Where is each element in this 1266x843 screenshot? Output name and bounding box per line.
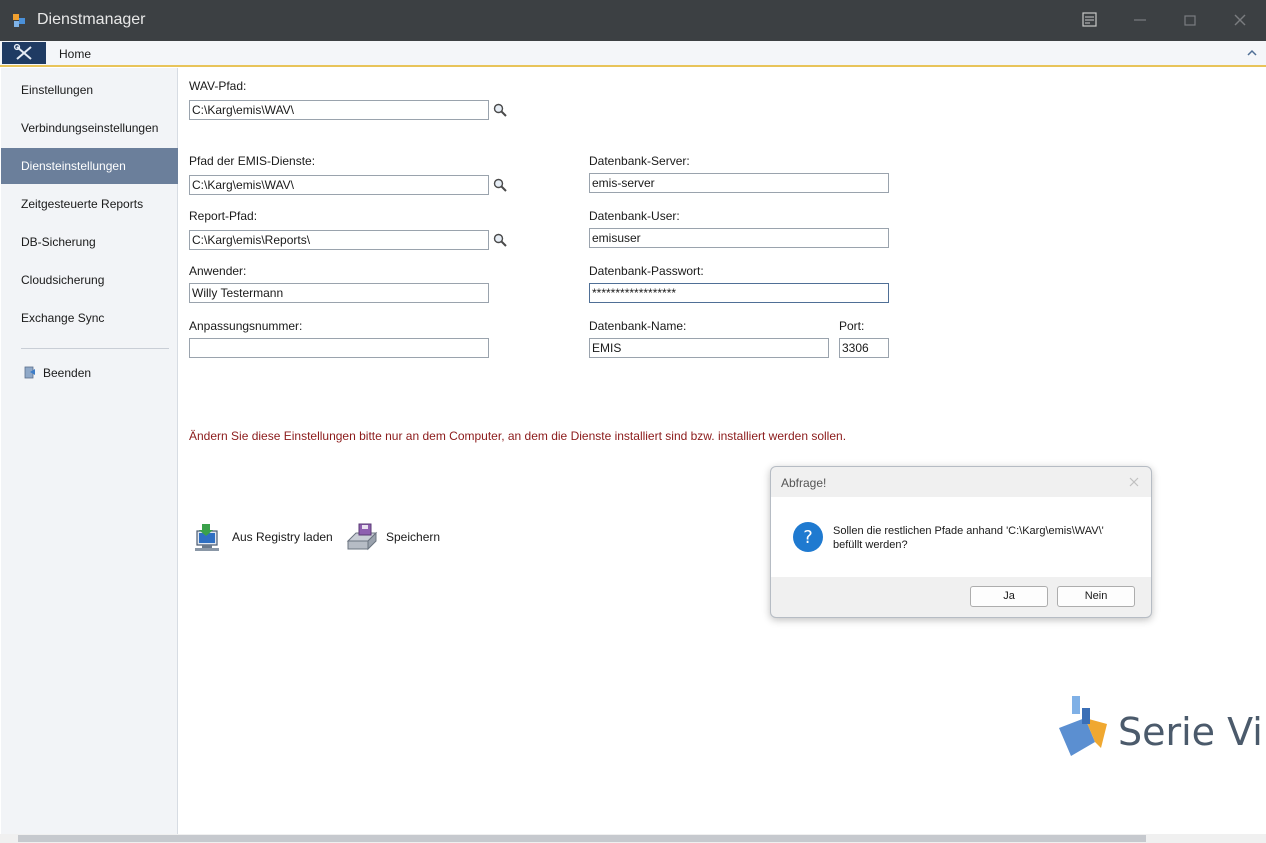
db-server-input[interactable] bbox=[589, 173, 889, 193]
save-button[interactable]: Speichern bbox=[346, 521, 446, 553]
sidebar-item-diensteinstellungen[interactable]: Diensteinstellungen bbox=[1, 148, 178, 184]
close-icon[interactable] bbox=[1127, 475, 1141, 489]
logo-text: Serie Vi bbox=[1118, 710, 1263, 754]
sidebar-item-db-sicherung[interactable]: DB-Sicherung bbox=[1, 224, 178, 260]
db-user-label: Datenbank-User: bbox=[589, 209, 680, 223]
services-path-input[interactable] bbox=[189, 175, 489, 195]
db-password-input[interactable] bbox=[589, 283, 889, 303]
search-icon[interactable] bbox=[492, 102, 508, 118]
window-title: Dienstmanager bbox=[37, 11, 146, 28]
notes-icon[interactable] bbox=[1077, 8, 1103, 32]
sidebar: Einstellungen Verbindungseinstellungen D… bbox=[1, 68, 178, 843]
svg-text:?: ? bbox=[803, 527, 813, 548]
db-name-label: Datenbank-Name: bbox=[589, 319, 687, 333]
question-icon: ? bbox=[793, 522, 823, 552]
app-icon bbox=[13, 14, 25, 27]
dialog-message: Sollen die restlichen Pfade anhand 'C:\K… bbox=[833, 525, 1104, 551]
close-icon[interactable] bbox=[1227, 8, 1253, 32]
report-path-label: Report-Pfad: bbox=[189, 209, 258, 223]
port-input[interactable] bbox=[839, 338, 889, 358]
wav-path-label: WAV-Pfad: bbox=[189, 79, 247, 93]
load-registry-label: Aus Registry laden bbox=[232, 530, 333, 544]
user-input[interactable] bbox=[189, 283, 489, 303]
db-password-label: Datenbank-Passwort: bbox=[589, 264, 704, 278]
maximize-icon[interactable] bbox=[1177, 8, 1203, 32]
exit-label: Beenden bbox=[43, 366, 92, 380]
wav-path-input[interactable] bbox=[189, 100, 489, 120]
dialog-body: ? Sollen die restlichen Pfade anhand 'C:… bbox=[771, 497, 1151, 577]
confirm-dialog: Abfrage! ? Sollen die restlichen Pfade a… bbox=[770, 466, 1152, 618]
services-path-label: Pfad der EMIS-Dienste: bbox=[189, 154, 316, 168]
sidebar-item-cloudsicherung[interactable]: Cloudsicherung bbox=[1, 262, 178, 298]
logo-icon bbox=[1059, 696, 1107, 756]
exit-icon bbox=[24, 366, 35, 379]
warning-text: Ändern Sie diese Einstellungen bitte nur… bbox=[189, 429, 847, 443]
user-label: Anwender: bbox=[189, 264, 247, 278]
search-icon[interactable] bbox=[492, 232, 508, 248]
registry-icon bbox=[195, 524, 219, 551]
custom-number-input[interactable] bbox=[189, 338, 489, 358]
sidebar-item-zeitgesteuerte-reports[interactable]: Zeitgesteuerte Reports bbox=[1, 186, 178, 222]
sidebar-divider bbox=[21, 348, 169, 349]
scrollbar-thumb[interactable] bbox=[18, 835, 1146, 842]
horizontal-scrollbar[interactable] bbox=[0, 834, 1266, 843]
custom-number-label: Anpassungsnummer: bbox=[189, 319, 303, 333]
collapse-ribbon-icon[interactable] bbox=[1246, 48, 1258, 58]
save-label: Speichern bbox=[386, 530, 441, 544]
sidebar-item-verbindungseinstellungen[interactable]: Verbindungseinstellungen bbox=[1, 110, 178, 146]
dialog-title: Abfrage! bbox=[781, 476, 827, 490]
ribbon: Home bbox=[0, 41, 1266, 67]
title-bar: Dienstmanager bbox=[0, 0, 1266, 41]
port-label: Port: bbox=[839, 319, 865, 333]
db-name-input[interactable] bbox=[589, 338, 829, 358]
search-icon[interactable] bbox=[492, 177, 508, 193]
no-button[interactable]: Nein bbox=[1057, 586, 1135, 607]
save-icon bbox=[346, 523, 378, 551]
report-path-input[interactable] bbox=[189, 230, 489, 250]
tools-menu-button[interactable] bbox=[2, 42, 46, 64]
tools-icon bbox=[13, 43, 32, 60]
tab-home[interactable]: Home bbox=[59, 47, 91, 61]
yes-button[interactable]: Ja bbox=[970, 586, 1048, 607]
db-server-label: Datenbank-Server: bbox=[589, 154, 690, 168]
load-registry-button[interactable]: Aus Registry laden bbox=[192, 521, 333, 553]
sidebar-item-einstellungen[interactable]: Einstellungen bbox=[1, 72, 178, 108]
sidebar-item-exchange-sync[interactable]: Exchange Sync bbox=[1, 300, 178, 336]
db-user-input[interactable] bbox=[589, 228, 889, 248]
minimize-icon[interactable] bbox=[1127, 8, 1153, 32]
serie-logo: Serie Vi bbox=[1055, 690, 1263, 765]
